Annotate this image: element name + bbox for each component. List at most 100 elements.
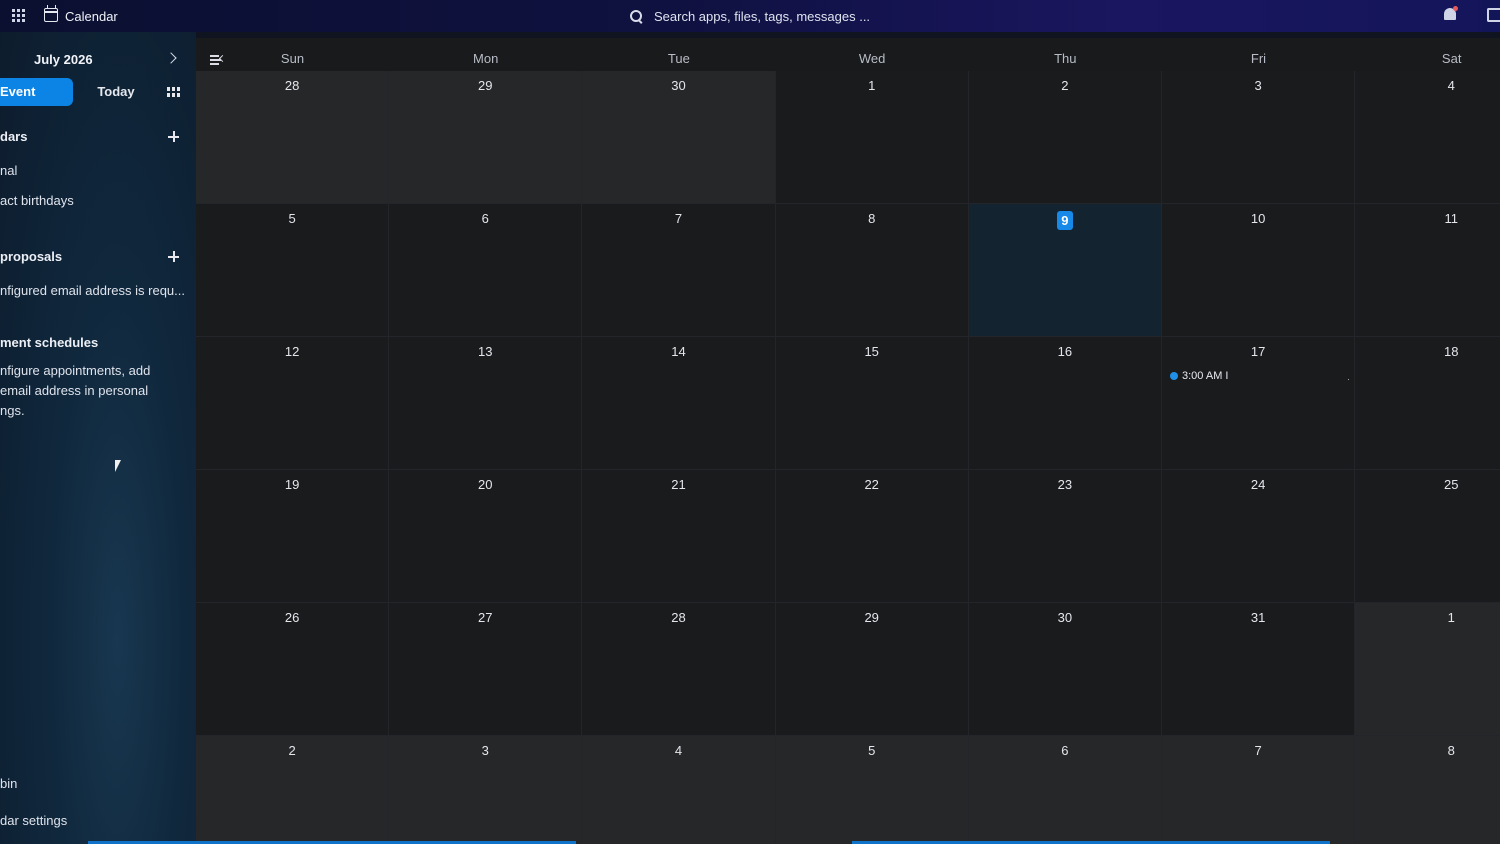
calendar-item-birthdays[interactable]: act birthdays (0, 193, 74, 208)
day-number[interactable]: 2 (196, 743, 388, 758)
day-cell[interactable]: 28 (582, 603, 776, 736)
day-number[interactable]: 22 (776, 477, 968, 492)
day-number[interactable]: 4 (582, 743, 774, 758)
app-title[interactable]: Calendar (65, 9, 118, 24)
user-menu-icon[interactable] (1487, 8, 1500, 22)
day-number[interactable]: 28 (196, 78, 388, 93)
calendar-settings-link[interactable]: dar settings (0, 813, 67, 828)
day-cell[interactable]: 20 (389, 470, 583, 603)
today-badge[interactable]: 9 (1056, 211, 1073, 230)
day-cell[interactable]: 21 (582, 470, 776, 603)
day-number[interactable]: 26 (196, 610, 388, 625)
day-cell[interactable]: 26 (196, 603, 390, 736)
day-number[interactable]: 24 (1162, 477, 1354, 492)
day-cell[interactable]: 15 (775, 337, 969, 470)
calendar-item-personal[interactable]: nal (0, 163, 17, 178)
day-number[interactable]: 6 (389, 211, 581, 226)
day-number[interactable]: 8 (1355, 743, 1500, 758)
day-number[interactable]: 14 (582, 344, 774, 359)
day-number[interactable]: 30 (969, 610, 1161, 625)
day-cell[interactable]: 29 (775, 603, 969, 736)
view-switcher-grid-icon[interactable] (167, 87, 180, 97)
day-cell[interactable]: 4 (582, 736, 776, 844)
day-number[interactable]: 1 (776, 78, 968, 93)
day-number[interactable]: 18 (1355, 344, 1500, 359)
day-cell[interactable]: 29 (389, 71, 583, 204)
day-cell[interactable]: 22 (775, 470, 969, 603)
day-number[interactable]: 7 (582, 211, 774, 226)
day-cell[interactable]: 5 (196, 204, 390, 337)
day-cell[interactable]: 6 (968, 736, 1162, 844)
month-label[interactable]: July 2026 (34, 52, 93, 67)
day-cell[interactable]: 8 (775, 204, 969, 337)
day-number[interactable]: 21 (582, 477, 774, 492)
day-cell[interactable]: 12 (196, 337, 390, 470)
day-cell[interactable]: 25 (1355, 470, 1500, 603)
day-number[interactable]: 16 (969, 344, 1161, 359)
day-cell[interactable]: 31 (1162, 603, 1356, 736)
add-proposal-plus-icon[interactable] (168, 251, 179, 262)
search-box[interactable]: Search apps, files, tags, messages ... (630, 6, 870, 26)
day-cell[interactable]: 8 (1355, 736, 1500, 844)
day-cell[interactable]: 3 (389, 736, 583, 844)
day-cell[interactable]: 24 (1162, 470, 1356, 603)
next-month-chevron-icon[interactable] (165, 52, 177, 64)
day-number[interactable]: 3 (389, 743, 581, 758)
day-number[interactable]: 3 (1162, 78, 1354, 93)
day-cell[interactable]: 1 (775, 71, 969, 204)
day-cell[interactable]: 2 (968, 71, 1162, 204)
day-cell[interactable]: 13 (389, 337, 583, 470)
day-cell[interactable]: 28 (196, 71, 390, 204)
day-number[interactable]: 29 (389, 78, 581, 93)
day-number[interactable]: 1 (1355, 610, 1500, 625)
day-cell[interactable]: 11 (1355, 204, 1500, 337)
day-cell[interactable]: 17 3:00 AM I (1162, 337, 1356, 470)
day-cell[interactable]: 19 (196, 470, 390, 603)
day-cell[interactable]: 4 (1355, 71, 1500, 204)
day-number[interactable]: 5 (776, 743, 968, 758)
day-number[interactable]: 19 (196, 477, 388, 492)
search-placeholder[interactable]: Search apps, files, tags, messages ... (654, 9, 870, 24)
day-cell[interactable]: 1 (1355, 603, 1500, 736)
trash-bin-link[interactable]: bin (0, 776, 17, 791)
day-number[interactable]: 31 (1162, 610, 1354, 625)
collapse-sidebar-icon[interactable] (210, 54, 227, 65)
day-number[interactable]: 2 (969, 78, 1161, 93)
day-number[interactable]: 5 (196, 211, 388, 226)
day-number[interactable]: 29 (776, 610, 968, 625)
day-number[interactable]: 7 (1162, 743, 1354, 758)
day-number[interactable]: 12 (196, 344, 388, 359)
day-cell[interactable]: 5 (775, 736, 969, 844)
event-label[interactable]: 3:00 AM I (1182, 370, 1228, 382)
day-number[interactable]: 9 (969, 211, 1161, 230)
day-cell[interactable]: 30 (968, 603, 1162, 736)
day-number[interactable]: 30 (582, 78, 774, 93)
day-number[interactable]: 6 (969, 743, 1161, 758)
day-number[interactable]: 20 (389, 477, 581, 492)
day-number[interactable]: 25 (1355, 477, 1500, 492)
day-cell[interactable]: 2 (196, 736, 390, 844)
day-number[interactable]: 11 (1355, 211, 1500, 226)
day-cell[interactable]: 7 (582, 204, 776, 337)
day-cell[interactable]: 18 (1355, 337, 1500, 470)
day-cell[interactable]: 16 (968, 337, 1162, 470)
app-grid-icon[interactable] (12, 9, 25, 22)
day-cell[interactable]: 6 (389, 204, 583, 337)
calendar-event[interactable]: 3:00 AM I (1170, 370, 1228, 382)
day-number[interactable]: 28 (582, 610, 774, 625)
day-cell[interactable]: 7 (1162, 736, 1356, 844)
today-button[interactable]: Today (78, 78, 154, 106)
day-cell-today[interactable]: 9 (968, 204, 1162, 337)
day-number[interactable]: 10 (1162, 211, 1354, 226)
new-event-button[interactable]: Event (0, 78, 73, 106)
calendar-app-icon[interactable] (44, 5, 58, 22)
day-number[interactable]: 23 (969, 477, 1161, 492)
day-cell[interactable]: 23 (968, 470, 1162, 603)
day-cell[interactable]: 14 (582, 337, 776, 470)
day-cell[interactable]: 30 (582, 71, 776, 204)
add-calendar-plus-icon[interactable] (168, 131, 179, 142)
day-number[interactable]: 4 (1355, 78, 1500, 93)
day-cell[interactable]: 10 (1162, 204, 1356, 337)
day-number[interactable]: 8 (776, 211, 968, 226)
day-number[interactable]: 13 (389, 344, 581, 359)
